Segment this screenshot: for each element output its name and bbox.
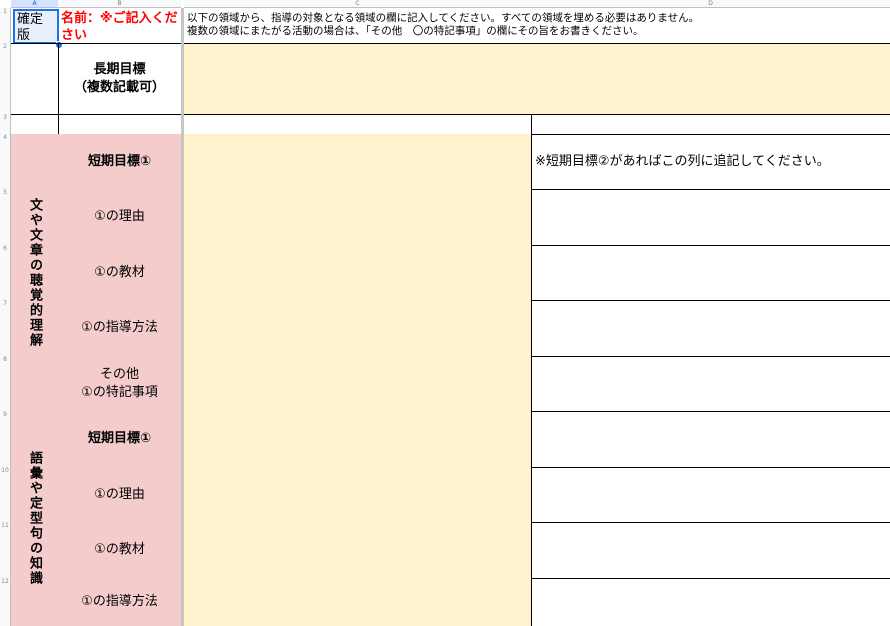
row-header-11[interactable]: 11 bbox=[0, 522, 11, 578]
s2-method-2-input[interactable] bbox=[531, 578, 890, 626]
instruction-line-2: 複数の領域にまたがる活動の場合は、「その他 〇の特記事項」の欄にその旨をお書きく… bbox=[187, 25, 644, 37]
row-header-12[interactable]: 12 bbox=[0, 578, 11, 626]
s1-other-notes-line2: ①の特記事項 bbox=[81, 384, 158, 400]
row-header-5[interactable]: 5 bbox=[0, 189, 11, 245]
row-header-10[interactable]: 10 bbox=[0, 467, 11, 522]
cell-a2[interactable] bbox=[11, 43, 59, 115]
s1-method-2-input[interactable] bbox=[531, 300, 890, 357]
s2-reason-2-input[interactable] bbox=[531, 467, 890, 523]
s1-other-notes-line1: その他 bbox=[99, 366, 139, 382]
s1-reason-input[interactable] bbox=[184, 189, 532, 246]
s1-short-term-goal-input[interactable] bbox=[184, 134, 532, 190]
instruction-text[interactable]: 以下の領域から、指導の対象となる領域の欄に記入してください。すべての領域を埋める… bbox=[187, 12, 699, 38]
s1-method-input[interactable] bbox=[184, 300, 532, 357]
long-term-goal-note: （複数記載可） bbox=[73, 80, 165, 95]
section-title-text: 語彙や定型句の知識 bbox=[27, 451, 42, 586]
s1-reason-label[interactable]: ①の理由 bbox=[58, 189, 181, 246]
s1-material-input[interactable] bbox=[184, 245, 532, 301]
cell-b3[interactable] bbox=[58, 114, 181, 135]
row-header-9[interactable]: 9 bbox=[0, 411, 11, 467]
column-header-b[interactable]: B bbox=[58, 0, 181, 8]
s2-short-term-goal-input[interactable] bbox=[184, 411, 532, 468]
s2-reason-input[interactable] bbox=[184, 467, 532, 523]
spreadsheet-grid: A B C D 1 2 3 4 5 6 7 8 9 10 11 12 確定版 名… bbox=[0, 0, 890, 626]
row-header-3[interactable]: 3 bbox=[0, 114, 11, 134]
confirm-version-cell[interactable]: 確定版 bbox=[13, 9, 59, 44]
row-header-1[interactable]: 1 bbox=[0, 8, 11, 43]
long-term-goal-input[interactable] bbox=[184, 43, 890, 115]
section-title-vocabulary-knowledge[interactable]: 語彙や定型句の知識 bbox=[11, 411, 59, 626]
short-term-goal-2-hint: ※短期目標②があればこの列に追記してください。 bbox=[535, 154, 830, 169]
s2-short-term-goal-2-input[interactable] bbox=[531, 411, 890, 468]
row-header-8[interactable]: 8 bbox=[0, 356, 11, 411]
section-title-listening-comprehension[interactable]: 文や文章の聴覚的理解 bbox=[11, 134, 59, 412]
s1-other-notes-2-input[interactable] bbox=[531, 356, 890, 412]
s2-material-input[interactable] bbox=[184, 522, 532, 579]
section-title-text: 文や文章の聴覚的理解 bbox=[27, 197, 42, 348]
s1-short-term-goal-label[interactable]: 短期目標① bbox=[58, 134, 181, 190]
cell-c3[interactable] bbox=[184, 114, 532, 135]
row-header-6[interactable]: 6 bbox=[0, 245, 11, 300]
s2-material-2-input[interactable] bbox=[531, 522, 890, 579]
long-term-goal-title: 長期目標 bbox=[93, 62, 146, 77]
s2-reason-label[interactable]: ①の理由 bbox=[58, 467, 181, 523]
name-cell[interactable]: 名前：※ご記入ください bbox=[61, 10, 181, 44]
s1-material-label[interactable]: ①の教材 bbox=[58, 245, 181, 301]
s1-material-2-input[interactable] bbox=[531, 245, 890, 301]
column-header-a[interactable]: A bbox=[11, 0, 58, 8]
column-header-c[interactable]: C bbox=[184, 0, 531, 8]
instruction-line-1: 以下の領域から、指導の対象となる領域の欄に記入してください。すべての領域を埋める… bbox=[187, 12, 700, 24]
row-header-4[interactable]: 4 bbox=[0, 134, 11, 189]
s1-other-notes-input[interactable] bbox=[184, 356, 532, 412]
long-term-goal-label[interactable]: 長期目標 （複数記載可） bbox=[58, 43, 181, 115]
cell-a3[interactable] bbox=[11, 114, 59, 135]
s2-method-input[interactable] bbox=[184, 578, 532, 626]
s1-reason-2-input[interactable] bbox=[531, 189, 890, 246]
row-header-2[interactable]: 2 bbox=[0, 43, 11, 114]
s1-other-notes-label[interactable]: その他 ①の特記事項 bbox=[58, 356, 181, 412]
row-header-7[interactable]: 7 bbox=[0, 300, 11, 356]
cell-d3[interactable] bbox=[531, 114, 890, 135]
column-header-d[interactable]: D bbox=[531, 0, 890, 8]
s2-short-term-goal-label[interactable]: 短期目標① bbox=[58, 411, 181, 468]
s2-material-label[interactable]: ①の教材 bbox=[58, 522, 181, 579]
s2-method-label[interactable]: ①の指導方法 bbox=[58, 578, 181, 626]
s1-method-label[interactable]: ①の指導方法 bbox=[58, 300, 181, 357]
frozen-column-divider[interactable] bbox=[181, 8, 184, 626]
